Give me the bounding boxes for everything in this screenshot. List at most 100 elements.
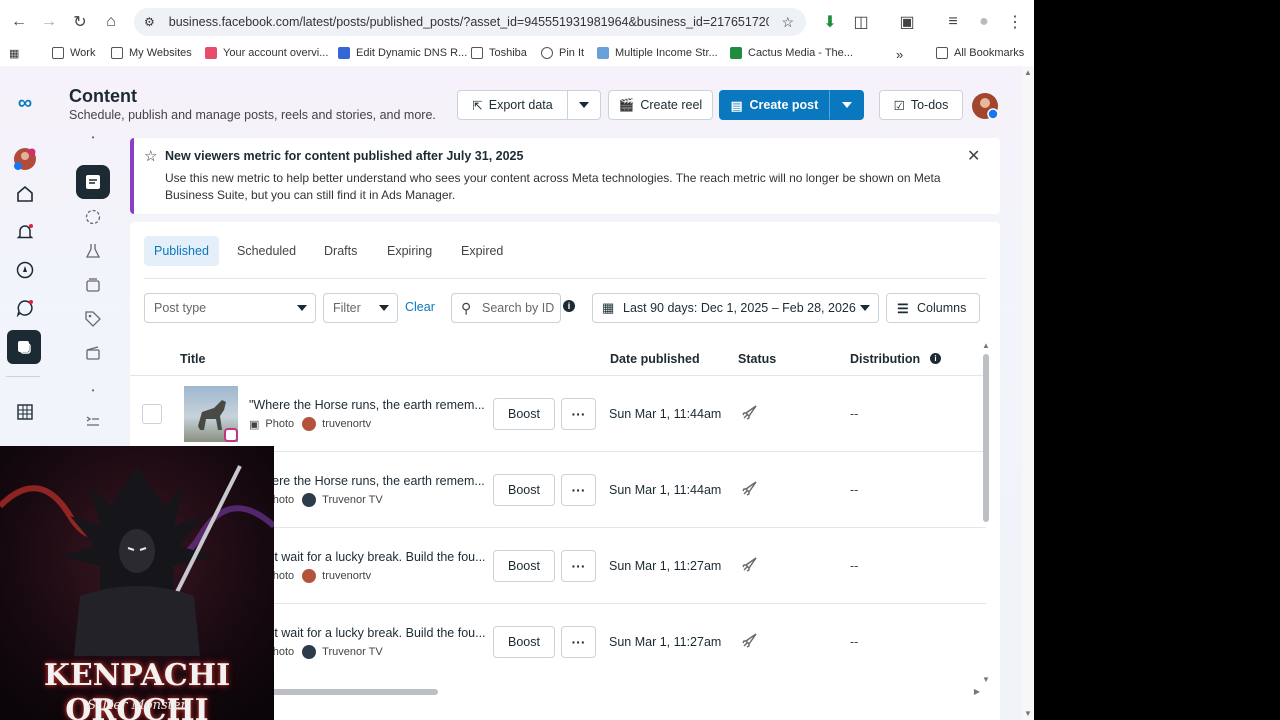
letterbox-area xyxy=(1034,0,1280,720)
media-stack-icon xyxy=(86,278,100,292)
create-post-button[interactable]: ▤ Create post xyxy=(719,90,830,120)
back-icon[interactable]: ← xyxy=(7,10,31,34)
bookmark-income[interactable]: Multiple Income Str... xyxy=(597,47,718,59)
scroll-up-icon[interactable]: ▲ xyxy=(982,341,990,350)
more-options-button[interactable]: ··· xyxy=(561,474,596,506)
tab-expiring[interactable]: Expiring xyxy=(377,236,442,266)
post-title[interactable]: Don't wait for a lucky break. Build the … xyxy=(249,550,489,564)
account-avatar[interactable] xyxy=(12,146,38,172)
tab-drafts[interactable]: Drafts xyxy=(314,236,367,266)
status-icon xyxy=(740,402,760,427)
bookmark-work[interactable]: Work xyxy=(52,47,95,59)
clear-filters-link[interactable]: Clear xyxy=(405,300,435,314)
bookmark-star-icon[interactable]: ☆ xyxy=(781,14,794,31)
menu-icon[interactable]: ⋮ xyxy=(1003,10,1027,34)
inbox-icon[interactable] xyxy=(12,295,38,321)
row-checkbox[interactable] xyxy=(142,404,162,424)
reload-icon[interactable]: ↻ xyxy=(68,10,92,34)
bookmark-dns[interactable]: Edit Dynamic DNS R... xyxy=(338,47,467,59)
close-icon[interactable]: ✕ xyxy=(967,146,980,166)
media-icon[interactable]: ≡ xyxy=(941,10,965,34)
info-icon[interactable]: i xyxy=(930,353,941,364)
bookmark-cactus[interactable]: Cactus Media - The... xyxy=(730,47,853,59)
notifications-icon[interactable] xyxy=(12,219,38,245)
page-scrollbar[interactable]: ▲ ▼ xyxy=(1022,66,1034,720)
meta-logo-icon[interactable]: ∞ xyxy=(12,90,38,116)
export-label: Export data xyxy=(488,98,553,112)
search-input[interactable]: ⚲ Search by ID xyxy=(451,293,561,323)
compass-glyph-icon xyxy=(16,261,34,279)
posts-reels-icon[interactable] xyxy=(76,165,110,199)
column-header-distribution[interactable]: Distribution xyxy=(850,352,920,366)
profile-icon[interactable]: ● xyxy=(972,10,996,34)
post-account: Truvenor TV xyxy=(322,494,383,506)
info-icon[interactable]: i xyxy=(563,300,575,312)
screen-icon[interactable]: ▣ xyxy=(895,10,919,34)
home-icon[interactable] xyxy=(12,181,38,207)
more-options-button[interactable]: ··· xyxy=(561,550,596,582)
bookmark-pin-it[interactable]: Pin It xyxy=(541,47,584,59)
tab-expired[interactable]: Expired xyxy=(451,236,513,266)
home-icon[interactable]: ⌂ xyxy=(99,10,123,34)
boost-button[interactable]: Boost xyxy=(493,626,555,658)
tab-divider xyxy=(144,278,986,279)
tab-published[interactable]: Published xyxy=(144,236,219,266)
create-post-dropdown[interactable] xyxy=(829,90,864,120)
post-distribution: -- xyxy=(850,635,859,649)
boost-button[interactable]: Boost xyxy=(493,398,555,430)
forward-icon[interactable]: → xyxy=(37,10,61,34)
scroll-down-icon[interactable]: ▼ xyxy=(982,675,990,684)
date-range-picker[interactable]: ▦ Last 90 days: Dec 1, 2025 – Feb 28, 20… xyxy=(592,293,879,323)
bookmark-my-websites[interactable]: My Websites xyxy=(111,47,192,59)
stories-icon[interactable] xyxy=(76,200,110,234)
download-icon[interactable]: ⬇ xyxy=(818,10,842,34)
column-header-date[interactable]: Date published xyxy=(610,352,700,366)
folder-icon xyxy=(471,47,483,59)
all-bookmarks[interactable]: All Bookmarks xyxy=(936,47,1024,59)
post-title[interactable]: "Where the Horse runs, the earth remem..… xyxy=(249,474,489,488)
media-library-icon[interactable] xyxy=(76,268,110,302)
filter-select[interactable]: Filter xyxy=(323,293,398,323)
scroll-up-icon[interactable]: ▲ xyxy=(1024,68,1032,77)
content-nav-active[interactable] xyxy=(7,330,41,364)
table-vertical-scrollbar[interactable]: ▲ ▼ xyxy=(980,341,992,686)
bookmark-account[interactable]: Your account overvi... xyxy=(205,47,328,59)
column-header-title[interactable]: Title xyxy=(180,352,205,366)
post-title[interactable]: Don't wait for a lucky break. Build the … xyxy=(249,626,489,640)
apps-icon[interactable]: ▦ xyxy=(9,47,19,60)
export-data-button[interactable]: ⇱ Export data xyxy=(457,90,568,120)
more-options-button[interactable]: ··· xyxy=(561,398,596,430)
clips-icon[interactable] xyxy=(76,336,110,370)
more-bookmarks-button[interactable]: » xyxy=(896,47,903,62)
export-dropdown-button[interactable] xyxy=(567,90,601,120)
experiments-icon[interactable] xyxy=(76,234,110,268)
columns-button[interactable]: ☰ Columns xyxy=(886,293,980,323)
scrollbar-thumb[interactable] xyxy=(270,689,438,695)
list-filter-icon[interactable] xyxy=(76,404,110,438)
chevron-down-icon xyxy=(579,102,589,108)
tab-scheduled[interactable]: Scheduled xyxy=(227,236,306,266)
post-type-select[interactable]: Post type xyxy=(144,293,316,323)
extensions-icon[interactable]: ◫ xyxy=(849,10,873,34)
page-subtitle: Schedule, publish and manage posts, reel… xyxy=(69,108,436,122)
create-reel-button[interactable]: 🎬 Create reel xyxy=(608,90,713,120)
compass-icon[interactable] xyxy=(12,257,38,283)
profile-avatar[interactable] xyxy=(971,92,999,120)
table-row[interactable]: "Where the Horse runs, the earth remem..… xyxy=(130,375,986,451)
scrollbar-thumb[interactable] xyxy=(983,354,989,522)
todos-button[interactable]: ☑ To-dos xyxy=(879,90,963,120)
address-bar[interactable]: ⚙ business.facebook.com/latest/posts/pub… xyxy=(134,8,806,36)
bookmark-toshiba[interactable]: Toshiba xyxy=(471,47,527,59)
tags-icon[interactable] xyxy=(76,302,110,336)
site-info-icon[interactable]: ⚙ xyxy=(144,15,155,29)
post-card-icon xyxy=(86,175,100,189)
boost-button[interactable]: Boost xyxy=(493,474,555,506)
table-icon[interactable] xyxy=(12,399,38,425)
column-header-status[interactable]: Status xyxy=(738,352,776,366)
more-options-button[interactable]: ··· xyxy=(561,626,596,658)
post-account: Truvenor TV xyxy=(322,646,383,658)
scroll-right-icon[interactable]: ▶ xyxy=(974,687,980,696)
scroll-down-icon[interactable]: ▼ xyxy=(1024,709,1032,718)
post-title[interactable]: "Where the Horse runs, the earth remem..… xyxy=(249,398,489,412)
boost-button[interactable]: Boost xyxy=(493,550,555,582)
